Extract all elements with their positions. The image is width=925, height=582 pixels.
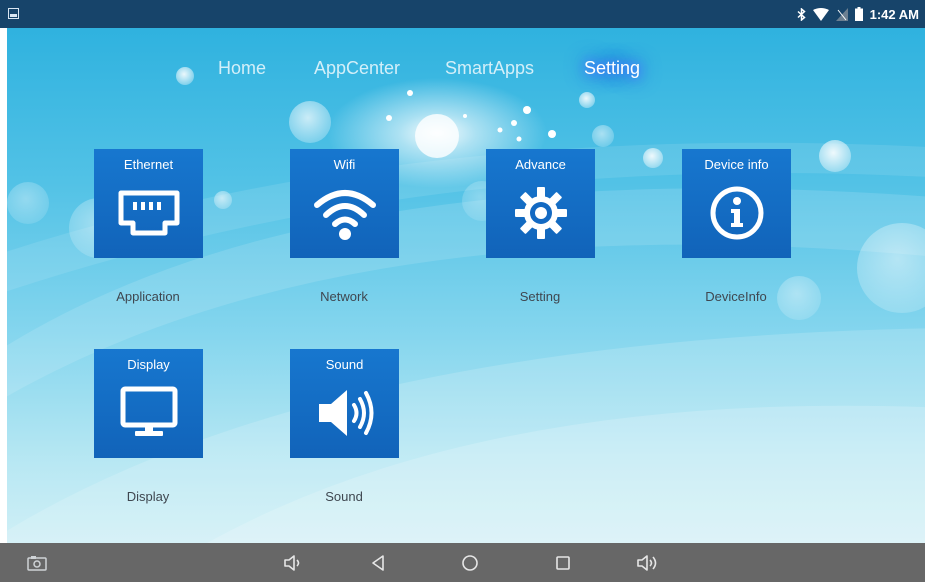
tab-home[interactable]: Home [218, 58, 266, 79]
tab-appcenter[interactable]: AppCenter [314, 58, 400, 79]
wifi-tile[interactable]: Wifi [290, 149, 399, 258]
recents-icon[interactable] [552, 553, 574, 573]
tile-title: Sound [325, 357, 364, 372]
gear-icon [486, 181, 595, 245]
wifi-caption: Network [320, 289, 368, 304]
wifi-icon [290, 181, 399, 245]
monitor-icon [94, 381, 203, 445]
volume-down-icon[interactable] [282, 553, 304, 573]
ethernet-tile[interactable]: Ethernet [94, 149, 203, 258]
status-icons: 1:42 AM [797, 0, 919, 28]
wifi-signal-icon [812, 7, 829, 21]
navigation-bar [0, 543, 925, 582]
no-sim-icon [835, 7, 848, 21]
tile-title: Device info [704, 157, 769, 172]
tile-title: Display [127, 357, 170, 372]
home-icon[interactable] [459, 553, 481, 573]
display-caption: Display [126, 489, 170, 504]
device-info-tile[interactable]: Device info [682, 149, 791, 258]
device-info-caption: DeviceInfo [705, 289, 767, 304]
image-notification-icon[interactable] [8, 8, 19, 19]
display-tile[interactable]: Display [94, 349, 203, 458]
advance-tile[interactable]: Advance [486, 149, 595, 258]
tile-title: Wifi [333, 157, 356, 172]
back-icon[interactable] [367, 553, 389, 573]
ethernet-caption: Application [116, 289, 180, 304]
bluetooth-icon [797, 7, 806, 21]
wallpaper-art [7, 67, 925, 543]
sound-tile[interactable]: Sound [290, 349, 399, 458]
volume-up-icon[interactable] [636, 553, 658, 573]
ethernet-icon [94, 181, 203, 245]
clock: 1:42 AM [869, 6, 919, 22]
tab-setting[interactable]: Setting [584, 58, 640, 79]
top-tabs: Home AppCenter SmartApps Setting [0, 58, 925, 84]
tab-smartapps[interactable]: SmartApps [445, 58, 534, 79]
sound-caption: Sound [325, 489, 363, 504]
speaker-icon [290, 381, 399, 445]
status-bar: 1:42 AM [0, 0, 925, 28]
battery-icon [854, 7, 863, 21]
tile-title: Ethernet [123, 157, 174, 172]
screen: 1:42 AM Home AppCenter SmartApps Setting… [0, 0, 925, 582]
tile-title: Advance [515, 157, 566, 172]
info-icon [682, 181, 791, 245]
wallpaper [7, 28, 925, 543]
screenshot-icon[interactable] [26, 553, 48, 573]
advance-caption: Setting [519, 289, 561, 304]
